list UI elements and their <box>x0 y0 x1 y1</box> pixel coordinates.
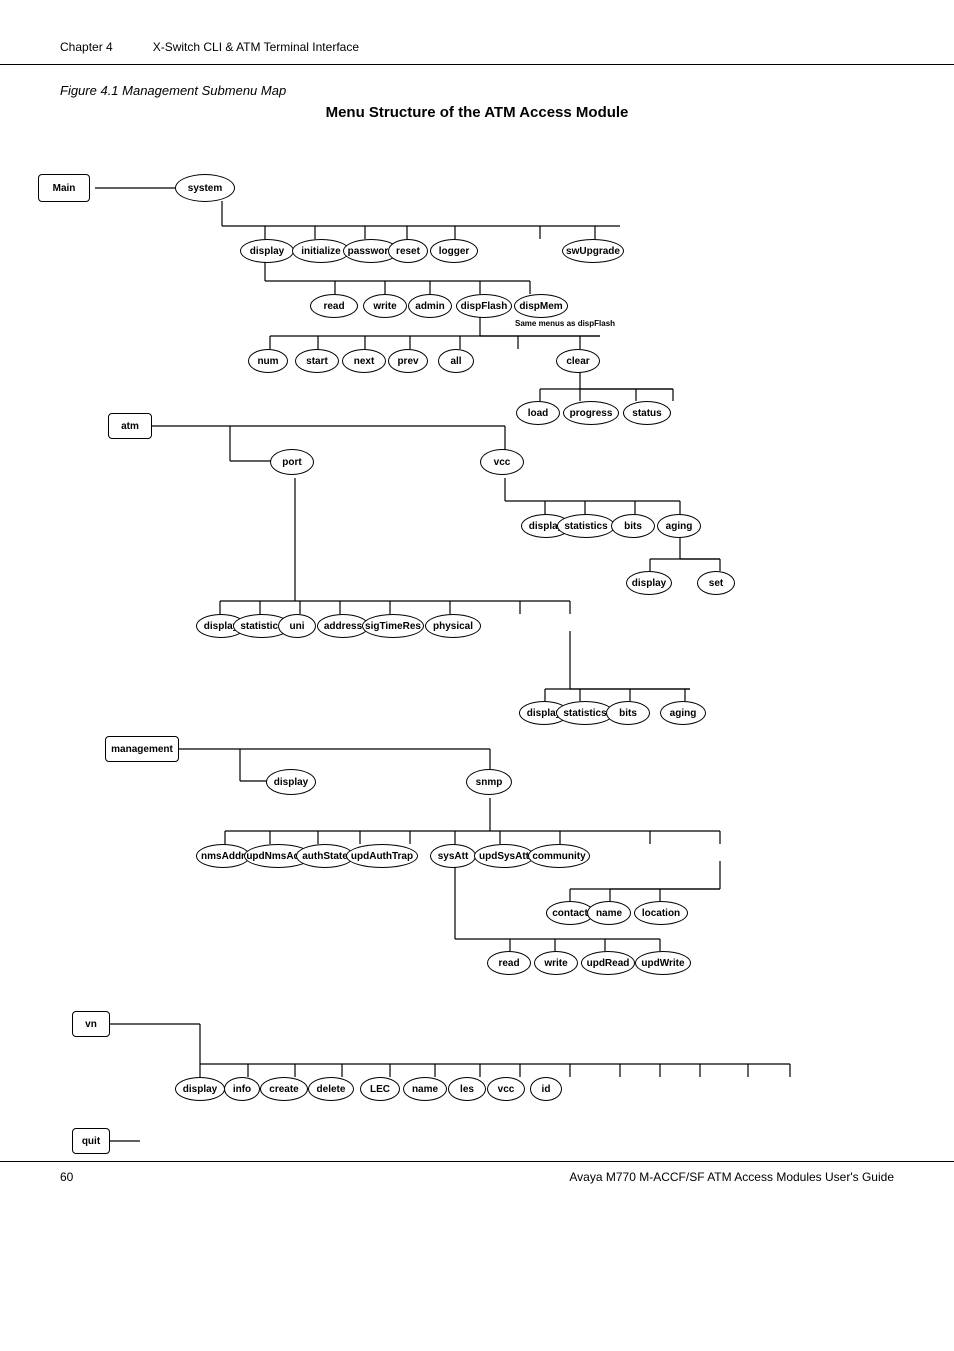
aging-vcc-node: aging <box>657 514 701 538</box>
vcc-node: vcc <box>480 449 524 475</box>
display-vn-node: display <box>175 1077 225 1101</box>
all-node: all <box>438 349 474 373</box>
delete-vn-node: delete <box>308 1077 354 1101</box>
status-node: status <box>623 401 671 425</box>
bits-phys-node: bits <box>606 701 650 725</box>
location-node: location <box>634 901 688 925</box>
main-node: Main <box>38 174 90 202</box>
uni-node: uni <box>278 614 316 638</box>
nmsAddr-node: nmsAddr <box>196 844 250 868</box>
info-vn-node: info <box>224 1077 260 1101</box>
reset-node: reset <box>388 239 428 263</box>
LEC-node: LEC <box>360 1077 400 1101</box>
dispFlash-node: dispFlash <box>456 294 512 318</box>
read-comm-node: read <box>487 951 531 975</box>
updRead-node: updRead <box>581 951 635 975</box>
write-comm-node: write <box>534 951 578 975</box>
les-node: les <box>448 1077 486 1101</box>
community-node: community <box>528 844 590 868</box>
swUpgrade-node: swUpgrade <box>562 239 624 263</box>
logger-node: logger <box>430 239 478 263</box>
display-mgmt-node: display <box>266 769 316 795</box>
set-aging-node: set <box>697 571 735 595</box>
num-node: num <box>248 349 288 373</box>
name-comm-node: name <box>587 901 631 925</box>
progress-node: progress <box>563 401 619 425</box>
updAuthTrap-node: updAuthTrap <box>346 844 418 868</box>
create-vn-node: create <box>260 1077 308 1101</box>
figure-title: Menu Structure of the ATM Access Module <box>0 104 954 131</box>
updWrite-node: updWrite <box>635 951 691 975</box>
page: Chapter 4 X-Switch CLI & ATM Terminal In… <box>0 0 954 1351</box>
display1-node: display <box>240 239 294 263</box>
doc-title: Avaya M770 M-ACCF/SF ATM Access Modules … <box>569 1170 894 1184</box>
page-footer: 60 Avaya M770 M-ACCF/SF ATM Access Modul… <box>0 1161 954 1184</box>
initialize-node: initialize <box>292 239 350 263</box>
dispMem-node: dispMem <box>514 294 568 318</box>
updSysAtt-node: updSysAtt <box>474 844 534 868</box>
vn-node: vn <box>72 1011 110 1037</box>
same-note: Same menus as dispFlash <box>515 319 615 329</box>
page-header: Chapter 4 X-Switch CLI & ATM Terminal In… <box>0 0 954 65</box>
snmp-node: snmp <box>466 769 512 795</box>
prev-node: prev <box>388 349 428 373</box>
chapter-label: Chapter 4 <box>60 40 113 54</box>
sigTimeRes-node: sigTimeRes <box>362 614 424 638</box>
display-aging-node: display <box>626 571 672 595</box>
start-node: start <box>295 349 339 373</box>
port-node: port <box>270 449 314 475</box>
page-number: 60 <box>60 1170 73 1184</box>
vcc-vn-node: vcc <box>487 1077 525 1101</box>
physical-node: physical <box>425 614 481 638</box>
management-node: management <box>105 736 179 762</box>
name-vn-node: name <box>403 1077 447 1101</box>
sysAtt-node: sysAtt <box>430 844 476 868</box>
page-title: X-Switch CLI & ATM Terminal Interface <box>153 40 359 54</box>
write1-node: write <box>363 294 407 318</box>
atm-node: atm <box>108 413 152 439</box>
system-node: system <box>175 174 235 202</box>
connector-lines <box>0 131 954 1181</box>
figure-caption: Figure 4.1 Management Submenu Map <box>0 65 954 104</box>
diagram-area: Main system display initialize password … <box>0 131 954 1181</box>
next-node: next <box>342 349 386 373</box>
bits-vcc-node: bits <box>611 514 655 538</box>
load-node: load <box>516 401 560 425</box>
quit-node: quit <box>72 1128 110 1154</box>
statistics-vcc-node: statistics <box>557 514 615 538</box>
id-vn-node: id <box>530 1077 562 1101</box>
clear-node: clear <box>556 349 600 373</box>
read1-node: read <box>310 294 358 318</box>
aging-phys-node: aging <box>660 701 706 725</box>
admin-node: admin <box>408 294 452 318</box>
